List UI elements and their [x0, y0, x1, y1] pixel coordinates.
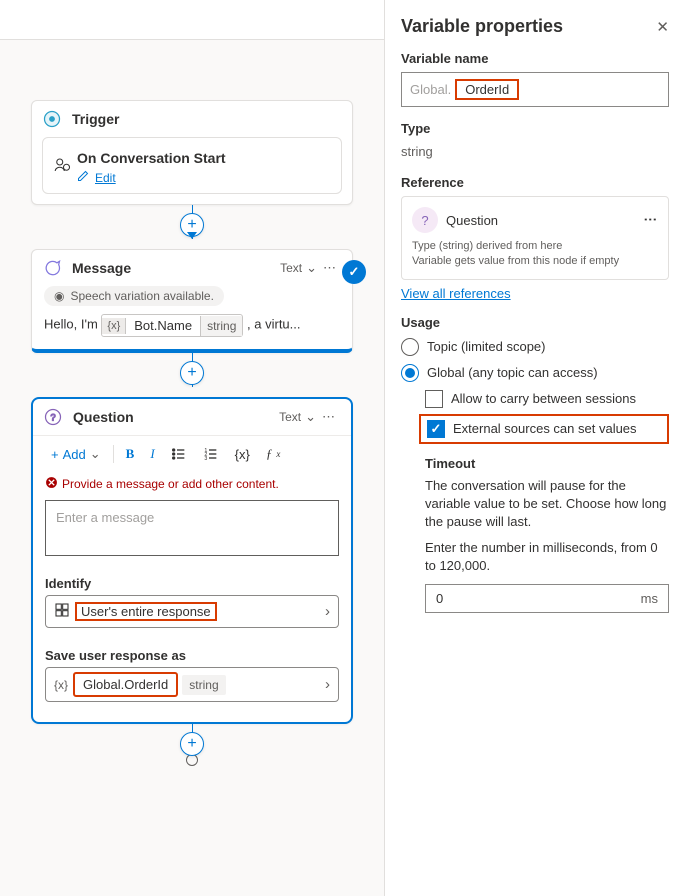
chevron-right-icon: › [325, 603, 330, 620]
identify-label: Identify [33, 568, 351, 595]
formula-button[interactable]: ƒx [258, 442, 289, 466]
person-bubble-icon [53, 156, 71, 179]
italic-button[interactable]: I [142, 442, 162, 466]
message-input[interactable]: Enter a message [45, 500, 339, 556]
edit-icon [77, 170, 89, 185]
save-var-name: Global.OrderId [75, 674, 176, 695]
timeout-input[interactable]: 0 ms [425, 584, 669, 613]
edit-link[interactable]: Edit [95, 171, 116, 185]
speech-icon: ◉ [54, 289, 64, 303]
save-variable-picker[interactable]: {x} Global.OrderId string › [45, 667, 339, 702]
greeting-suffix: , a virtu... [247, 317, 300, 332]
variable-icon: {x} [102, 318, 126, 334]
reference-label: Reference [401, 175, 669, 190]
properties-panel: Variable properties ✕ Variable name Glob… [385, 0, 685, 896]
usage-label: Usage [401, 315, 669, 330]
variable-name-value: OrderId [455, 79, 519, 100]
question-icon: ? [412, 207, 438, 233]
usage-global-radio[interactable]: Global (any topic can access) [401, 364, 669, 382]
trigger-node[interactable]: Trigger On Conversation Start Edit [31, 100, 353, 205]
reference-sub1: Type (string) derived from here [412, 239, 658, 254]
trigger-title: Trigger [72, 111, 342, 127]
timeout-desc2: Enter the number in milliseconds, from 0… [425, 539, 669, 575]
more-icon[interactable]: ⋯ [316, 407, 341, 427]
variable-icon: {x} [54, 678, 68, 692]
reference-sub2: Variable gets value from this node if em… [412, 254, 658, 269]
reference-box[interactable]: ? Question ⋮ Type (string) derived from … [401, 196, 669, 280]
chat-icon [32, 258, 72, 278]
variable-insert-button[interactable]: {x} [227, 443, 258, 466]
error-message: Provide a message or add other content. [33, 472, 351, 496]
add-node-button[interactable]: + [180, 361, 204, 385]
more-icon[interactable]: ⋯ [317, 258, 342, 278]
add-node-button[interactable]: + [180, 732, 204, 756]
timeout-unit: ms [641, 591, 658, 606]
message-node[interactable]: ✓ Message Text ⌄ ⋯ ◉ Speech variation av… [31, 249, 353, 353]
grid-icon [54, 602, 70, 621]
usage-topic-radio[interactable]: Topic (limited scope) [401, 338, 669, 356]
bold-button[interactable]: B [118, 442, 143, 466]
save-response-label: Save user response as [33, 640, 351, 667]
svg-text:?: ? [50, 412, 55, 422]
type-label: Type [401, 121, 669, 136]
message-type-tag: Text [280, 261, 302, 275]
more-icon[interactable]: ⋮ [643, 213, 658, 227]
check-badge-icon: ✓ [342, 260, 366, 284]
question-type-tag: Text [279, 410, 301, 424]
message-title: Message [72, 260, 280, 276]
panel-title: Variable properties [401, 16, 563, 37]
external-checkbox[interactable]: ✓ External sources can set values [419, 414, 669, 444]
question-icon: ? [33, 407, 73, 427]
type-value: string [401, 142, 669, 161]
reference-node-name: Question [446, 213, 635, 228]
variable-token[interactable]: {x} Bot.Name string [101, 314, 243, 337]
timeout-desc1: The conversation will pause for the vari… [425, 477, 669, 532]
chevron-down-icon[interactable]: ⌄ [306, 260, 317, 276]
question-title: Question [73, 409, 279, 425]
format-toolbar: + Add ⌄ B I 123 {x} ƒx [33, 435, 351, 472]
identify-value: User's entire response [75, 602, 217, 621]
carry-checkbox[interactable]: Allow to carry between sessions [425, 390, 669, 408]
chevron-right-icon: › [325, 676, 330, 693]
trigger-event[interactable]: On Conversation Start Edit [42, 137, 342, 194]
close-icon[interactable]: ✕ [656, 18, 669, 36]
save-var-type: string [182, 675, 225, 695]
numbered-list-button[interactable]: 123 [195, 442, 227, 466]
bullet-list-button[interactable] [163, 442, 195, 466]
add-button[interactable]: + Add ⌄ [43, 442, 109, 466]
variable-name-label: Variable name [401, 51, 669, 66]
variable-name-input[interactable]: Global. OrderId [401, 72, 669, 107]
greeting-prefix: Hello, I'm [44, 317, 101, 332]
timeout-label: Timeout [425, 456, 669, 471]
lightning-icon [32, 109, 72, 129]
timeout-value: 0 [436, 591, 443, 606]
svg-text:3: 3 [204, 456, 207, 462]
speech-pill[interactable]: ◉ Speech variation available. [44, 286, 224, 306]
chevron-down-icon[interactable]: ⌄ [305, 409, 316, 425]
question-node[interactable]: ? Question Text ⌄ ⋯ + Add ⌄ B I 123 {x} … [31, 397, 353, 724]
view-all-references-link[interactable]: View all references [401, 286, 511, 301]
trigger-event-name: On Conversation Start [77, 150, 331, 166]
identify-picker[interactable]: User's entire response › [45, 595, 339, 628]
error-icon [45, 476, 58, 492]
